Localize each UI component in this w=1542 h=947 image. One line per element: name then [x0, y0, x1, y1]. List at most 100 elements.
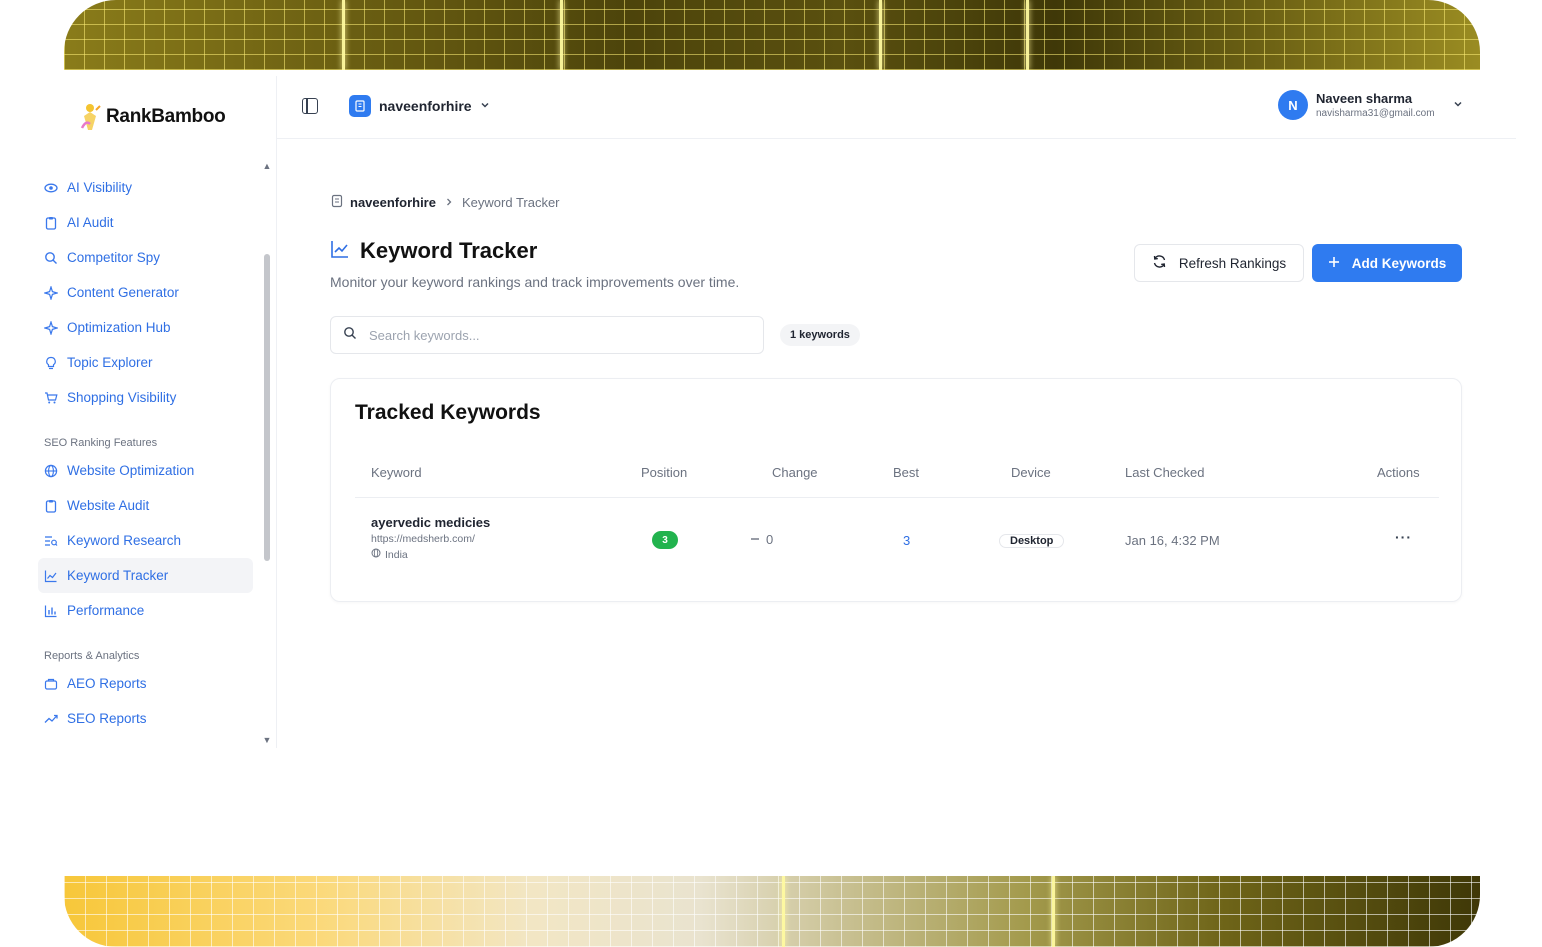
sidebar-item-label: Website Audit — [67, 498, 150, 513]
chevron-right-icon — [444, 195, 454, 210]
user-menu[interactable]: N Naveen sharma navisharma31@gmail.com — [1278, 90, 1463, 120]
sidebar-item-ai-audit[interactable]: AI Audit — [38, 205, 253, 240]
sidebar-item-label: AI Visibility — [67, 180, 133, 195]
decorative-glow-line — [879, 0, 882, 70]
sidebar-item-label: SEO Reports — [67, 711, 147, 726]
position-badge: 3 — [652, 531, 678, 549]
page-subtitle: Monitor your keyword rankings and track … — [330, 274, 740, 290]
tracked-keywords-card: Tracked Keywords Keyword Position Change… — [330, 378, 1462, 602]
sidebar-item-label: AEO Reports — [67, 676, 147, 691]
column-header-last-checked[interactable]: Last Checked — [1125, 465, 1205, 480]
keyword-cell: ayervedic medicies https://medsherb.com/… — [371, 515, 490, 561]
last-checked-value: Jan 16, 4:32 PM — [1125, 533, 1220, 548]
sidebar-item-competitor-spy[interactable]: Competitor Spy — [38, 240, 253, 275]
sidebar-item-seo-reports[interactable]: SEO Reports — [38, 701, 253, 736]
sparkle-icon — [44, 320, 58, 335]
trend-up-icon — [44, 712, 58, 726]
location-label: India — [385, 548, 408, 561]
minus-icon — [750, 532, 760, 547]
sidebar-item-content-generator[interactable]: Content Generator — [38, 275, 253, 310]
project-building-icon — [349, 95, 371, 117]
clipboard-icon — [44, 499, 58, 513]
box-icon — [44, 677, 58, 691]
sparkle-icon — [44, 285, 58, 300]
decorative-glow-line — [342, 0, 345, 70]
breadcrumb-home-label: naveenforhire — [350, 195, 436, 210]
sidebar-nav[interactable]: AI Visibility AI Audit Competitor Spy Co… — [38, 156, 253, 748]
decorative-bottom-band — [64, 876, 1480, 947]
search-icon — [343, 326, 357, 345]
sidebar-item-label: AI Audit — [67, 215, 114, 230]
eye-icon — [44, 181, 58, 195]
decorative-glow-line — [1026, 0, 1029, 70]
clipboard-icon — [44, 216, 58, 230]
sidebar-item-aeo-reports[interactable]: AEO Reports — [38, 666, 253, 701]
refresh-icon — [1152, 254, 1167, 272]
bar-chart-icon — [44, 604, 58, 618]
add-keywords-button[interactable]: Add Keywords — [1312, 244, 1462, 282]
more-actions-icon[interactable]: ··· — [1395, 529, 1412, 545]
scroll-down-arrow-icon[interactable]: ▼ — [262, 736, 272, 745]
scroll-up-arrow-icon[interactable]: ▲ — [262, 162, 272, 171]
line-chart-icon — [330, 239, 350, 264]
sidebar-section-label: SEO Ranking Features — [44, 437, 158, 449]
breadcrumb-home[interactable]: naveenforhire — [330, 194, 436, 211]
sidebar-scrollbar-thumb[interactable] — [264, 254, 270, 561]
search-icon — [44, 251, 58, 265]
decorative-glow-line — [1052, 876, 1055, 947]
keyword-name: ayervedic medicies — [371, 515, 491, 530]
refresh-rankings-button[interactable]: Refresh Rankings — [1134, 244, 1304, 282]
sidebar-item-keyword-research[interactable]: Keyword Research — [38, 523, 253, 558]
sidebar-toggle-icon[interactable] — [302, 98, 318, 114]
column-header-change[interactable]: Change — [772, 465, 818, 480]
position-cell: 3 — [652, 531, 678, 549]
page-heading: Keyword Tracker — [330, 238, 537, 264]
brand-name: RankBamboo — [106, 106, 226, 127]
change-cell: 0 — [750, 532, 773, 547]
user-name: Naveen sharma — [1316, 91, 1413, 106]
breadcrumb: naveenforhire Keyword Tracker — [330, 194, 560, 211]
sidebar-item-optimization-hub[interactable]: Optimization Hub — [38, 310, 253, 345]
decorative-glow-line — [560, 0, 563, 70]
device-badge: Desktop — [999, 534, 1065, 548]
project-switcher[interactable]: naveenforhire — [349, 95, 490, 117]
cart-icon — [44, 391, 58, 405]
change-value: 0 — [766, 532, 774, 547]
sidebar-item-performance[interactable]: Performance — [38, 593, 253, 628]
decorative-top-band — [64, 0, 1480, 70]
sidebar-item-shopping-visibility[interactable]: Shopping Visibility — [38, 380, 253, 415]
globe-icon — [371, 548, 381, 561]
sidebar-item-label: Website Optimization — [67, 463, 195, 478]
search-input[interactable] — [367, 326, 731, 344]
building-icon — [330, 194, 344, 211]
sidebar-item-label: Performance — [67, 603, 145, 618]
avatar: N — [1278, 90, 1308, 120]
table-row[interactable]: ayervedic medicies https://medsherb.com/… — [355, 505, 1439, 575]
column-header-best[interactable]: Best — [893, 465, 919, 480]
sidebar-item-label: Topic Explorer — [67, 355, 153, 370]
brand-logo[interactable]: RankBamboo — [78, 102, 226, 132]
topbar: naveenforhire N Naveen sharma navisharma… — [276, 76, 1516, 139]
sidebar-item-website-audit[interactable]: Website Audit — [38, 488, 253, 523]
best-value: 3 — [903, 533, 911, 548]
keyword-count-badge: 1 keywords — [780, 324, 860, 346]
sidebar-item-keyword-tracker[interactable]: Keyword Tracker — [38, 558, 253, 593]
column-header-device[interactable]: Device — [1011, 465, 1051, 480]
sidebar-item-topic-explorer[interactable]: Topic Explorer — [38, 345, 253, 380]
bamboo-logo-icon — [78, 102, 102, 132]
project-name: naveenforhire — [379, 98, 472, 114]
sidebar-item-ai-visibility[interactable]: AI Visibility — [38, 170, 253, 205]
sidebar-item-website-optimization[interactable]: Website Optimization — [38, 453, 253, 488]
column-header-position[interactable]: Position — [641, 465, 687, 480]
decorative-glow-line — [782, 876, 785, 947]
table-header: Keyword Position Change Best Device Last… — [355, 463, 1439, 498]
chevron-down-icon — [480, 99, 490, 113]
column-header-keyword[interactable]: Keyword — [371, 465, 422, 480]
sidebar-item-label: Keyword Tracker — [67, 568, 169, 583]
refresh-rankings-label: Refresh Rankings — [1178, 255, 1287, 271]
sidebar-clipped-section — [38, 156, 253, 170]
sidebar-item-label: Optimization Hub — [67, 320, 171, 335]
user-email: navisharma31@gmail.com — [1316, 108, 1435, 119]
